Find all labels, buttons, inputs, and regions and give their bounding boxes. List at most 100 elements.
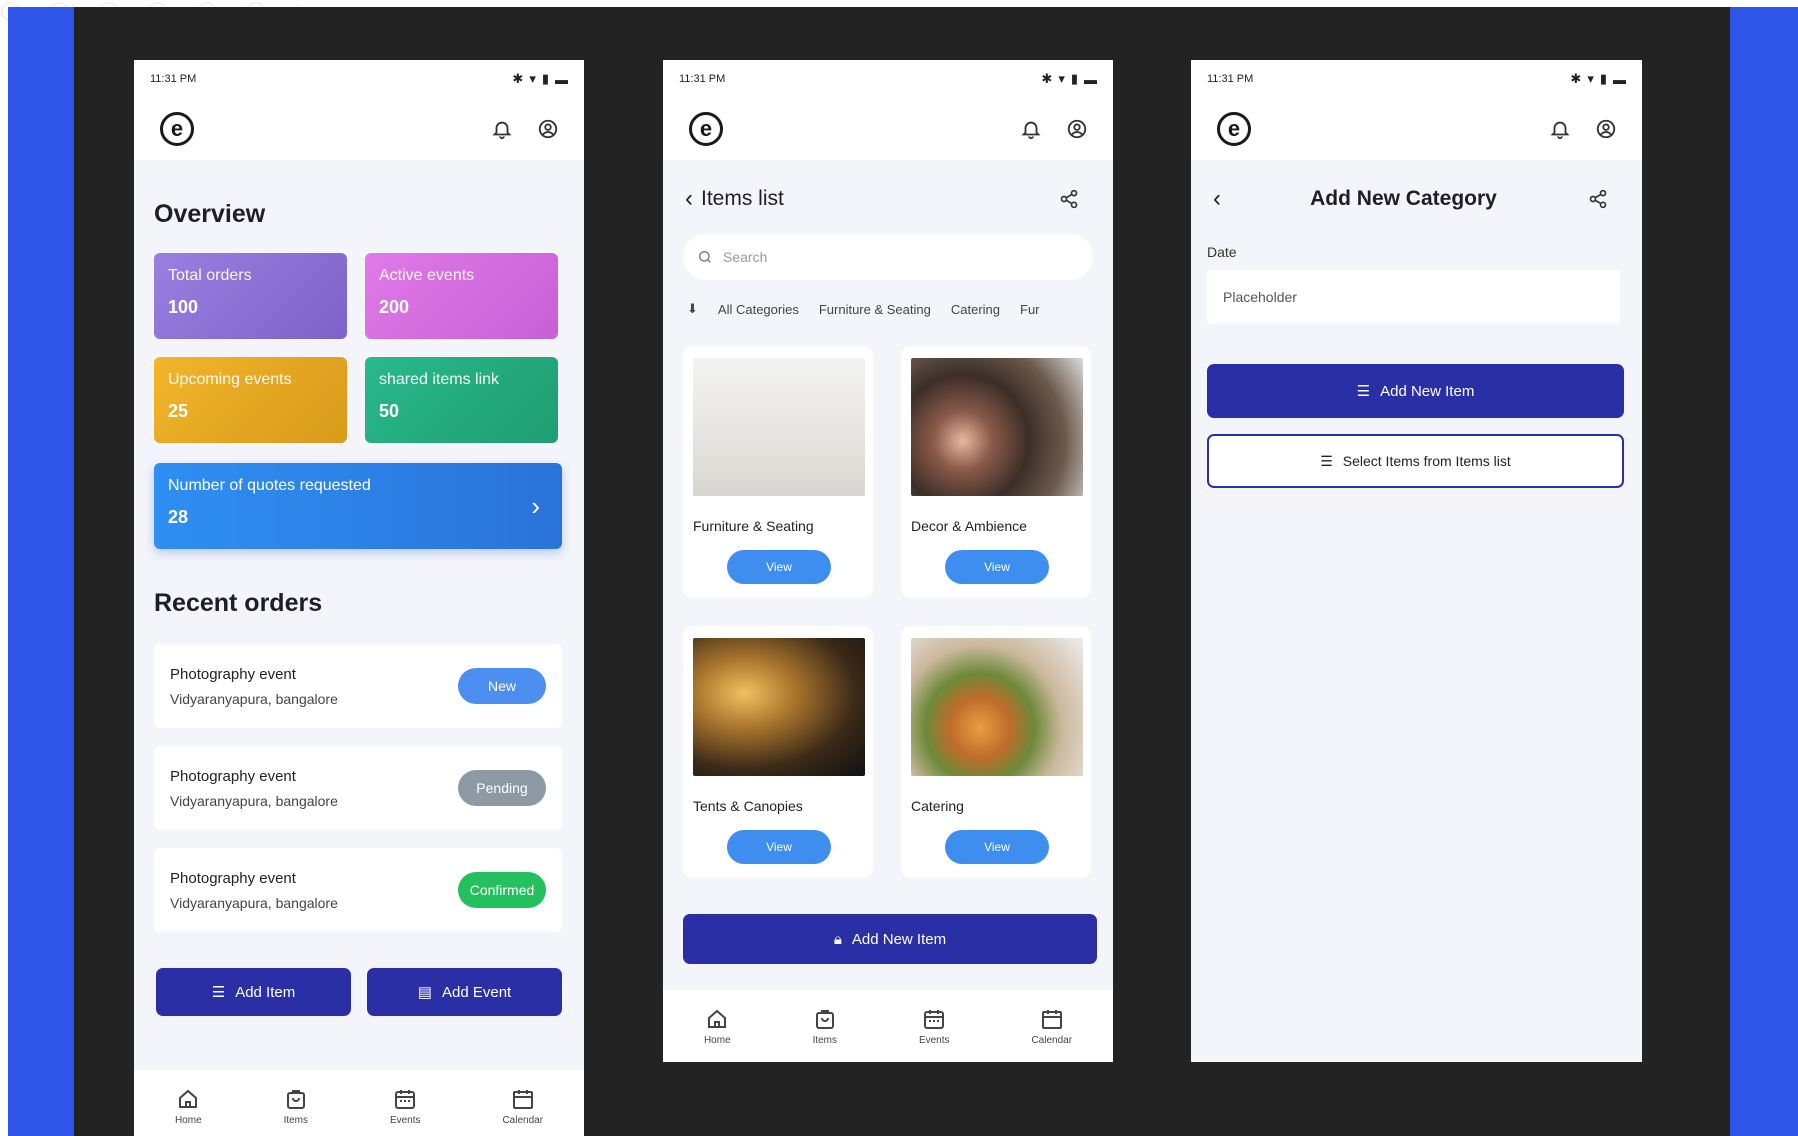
catering-image <box>911 638 1083 776</box>
status-badge: New <box>458 668 546 704</box>
date-placeholder: Placeholder <box>1223 289 1297 305</box>
page-title: Items list <box>701 187 784 210</box>
card-name: Catering <box>911 798 964 814</box>
stat-value: 200 <box>379 297 410 317</box>
wifi-icon: ▾ <box>529 71 536 86</box>
battery-icon: ▬ <box>555 71 568 87</box>
app-logo[interactable]: e <box>689 112 723 146</box>
category-card[interactable]: Tents & Canopies View <box>683 626 873 878</box>
order-location: Vidyaranyapura, bangalore <box>170 894 338 911</box>
nav-events[interactable]: Events <box>919 1007 950 1046</box>
stat-value: 100 <box>168 297 199 317</box>
page-header: ‹ Add New Category <box>1191 168 1642 230</box>
stat-shared-items-link[interactable]: shared items link 50 <box>365 357 558 443</box>
category-card[interactable]: Decor & Ambience View <box>901 346 1091 598</box>
back-arrow-icon[interactable]: ‹ <box>1213 185 1221 213</box>
filter-icon[interactable]: ⬇ <box>687 301 698 317</box>
chip-furniture-seating[interactable]: Furniture & Seating <box>819 302 931 317</box>
quotes-value: 28 <box>168 507 189 527</box>
card-name: Tents & Canopies <box>693 798 803 814</box>
events-icon <box>924 1009 945 1029</box>
select-items-label: Select Items from Items list <box>1342 453 1511 469</box>
order-item[interactable]: Photography event Vidyaranyapura, bangal… <box>154 848 562 932</box>
add-new-item-button[interactable]: ☰ Add New Item <box>1207 364 1624 418</box>
date-label: Date <box>1207 244 1237 260</box>
status-bar: 11:31 PM ✱ ▾ ▮ ▬ <box>663 60 1113 98</box>
home-icon <box>179 1089 198 1108</box>
add-event-button[interactable]: ▤ Add Event <box>367 968 562 1016</box>
nav-items[interactable]: Items <box>284 1087 308 1126</box>
stat-label: Total orders <box>168 267 252 284</box>
nav-events[interactable]: Events <box>390 1087 421 1126</box>
view-button[interactable]: View <box>727 830 831 864</box>
bell-icon[interactable] <box>1548 117 1572 141</box>
date-field[interactable]: Placeholder <box>1207 270 1620 324</box>
calendar-icon <box>512 1089 533 1109</box>
status-badge: Pending <box>458 770 546 806</box>
bag-icon <box>286 1089 305 1109</box>
nav-calendar[interactable]: Calendar <box>502 1087 543 1126</box>
right-accent-bar <box>1730 7 1798 1136</box>
view-button[interactable]: View <box>945 830 1049 864</box>
bell-icon[interactable] <box>490 117 514 141</box>
calendar-icon: ▤ <box>417 984 432 1001</box>
nav-label: Calendar <box>1031 1034 1073 1046</box>
tents-image <box>693 638 865 776</box>
lock-icon: 🔒︎ <box>833 930 842 948</box>
category-card[interactable]: Furniture & Seating View <box>683 346 873 598</box>
app-logo[interactable]: e <box>1217 112 1251 146</box>
order-title: Photography event <box>170 665 296 683</box>
page-title: Add New Category <box>1310 187 1497 210</box>
bell-icon[interactable] <box>1019 117 1043 141</box>
view-button[interactable]: View <box>945 550 1049 584</box>
chip-partial[interactable]: Fur <box>1020 302 1040 317</box>
nav-label: Items <box>812 1034 838 1046</box>
back-arrow-icon[interactable]: ‹ <box>685 185 693 213</box>
battery-icon: ▬ <box>1084 71 1097 87</box>
bag-icon <box>815 1009 834 1029</box>
chip-catering[interactable]: Catering <box>951 302 1000 317</box>
nav-label: Home <box>703 1034 731 1046</box>
add-item-button[interactable]: ☰ Add Item <box>156 968 351 1016</box>
left-accent-bar <box>8 7 74 1136</box>
category-chips: ⬇ All Categories Furniture & Seating Cat… <box>687 294 1113 324</box>
wifi-icon: ▾ <box>1587 71 1594 86</box>
nav-home[interactable]: Home <box>175 1087 202 1126</box>
nav-home[interactable]: Home <box>704 1007 731 1046</box>
order-item[interactable]: Photography event Vidyaranyapura, bangal… <box>154 746 562 830</box>
stat-upcoming-events[interactable]: Upcoming events 25 <box>154 357 347 443</box>
status-bar: 11:31 PM ✱ ▾ ▮ ▬ <box>1191 60 1642 98</box>
quotes-requested-card[interactable]: Number of quotes requested 28 › <box>154 463 562 549</box>
profile-icon[interactable] <box>1594 117 1618 141</box>
nav-calendar[interactable]: Calendar <box>1031 1007 1072 1046</box>
items-list-screen: 11:31 PM ✱ ▾ ▮ ▬ e ‹ Items list Search ⬇… <box>663 60 1113 1062</box>
app-bar: e <box>663 98 1113 160</box>
nav-items[interactable]: Items <box>813 1007 837 1046</box>
app-logo[interactable]: e <box>160 112 194 146</box>
profile-icon[interactable] <box>536 117 560 141</box>
stat-active-events[interactable]: Active events 200 <box>365 253 558 339</box>
search-input[interactable]: Search <box>683 234 1093 280</box>
profile-icon[interactable] <box>1065 117 1089 141</box>
list-icon: ☰ <box>211 984 226 1001</box>
stat-total-orders[interactable]: Total orders 100 <box>154 253 347 339</box>
chip-all-categories[interactable]: All Categories <box>718 302 799 317</box>
select-items-button[interactable]: ☰ Select Items from Items list <box>1207 434 1624 488</box>
signal-icon: ▮ <box>1599 71 1607 86</box>
bottom-nav: Home Items Events Calendar <box>663 990 1113 1062</box>
share-icon[interactable] <box>1586 187 1610 211</box>
view-button[interactable]: View <box>727 550 831 584</box>
category-card[interactable]: Catering View <box>901 626 1091 878</box>
order-title: Photography event <box>170 767 296 785</box>
overview-title: Overview <box>154 200 266 228</box>
status-icons: ✱ ▾ ▮ ▬ <box>1570 71 1626 87</box>
share-icon[interactable] <box>1057 187 1081 211</box>
nav-label: Events <box>389 1114 421 1126</box>
app-bar: e <box>1191 98 1642 160</box>
add-new-item-button[interactable]: 🔒︎ Add New Item <box>683 914 1097 964</box>
calendar-icon <box>1041 1009 1062 1029</box>
signal-icon: ▮ <box>541 71 549 86</box>
furniture-image <box>693 358 865 496</box>
order-item[interactable]: Photography event Vidyaranyapura, bangal… <box>154 644 562 728</box>
nav-label: Home <box>174 1114 202 1126</box>
